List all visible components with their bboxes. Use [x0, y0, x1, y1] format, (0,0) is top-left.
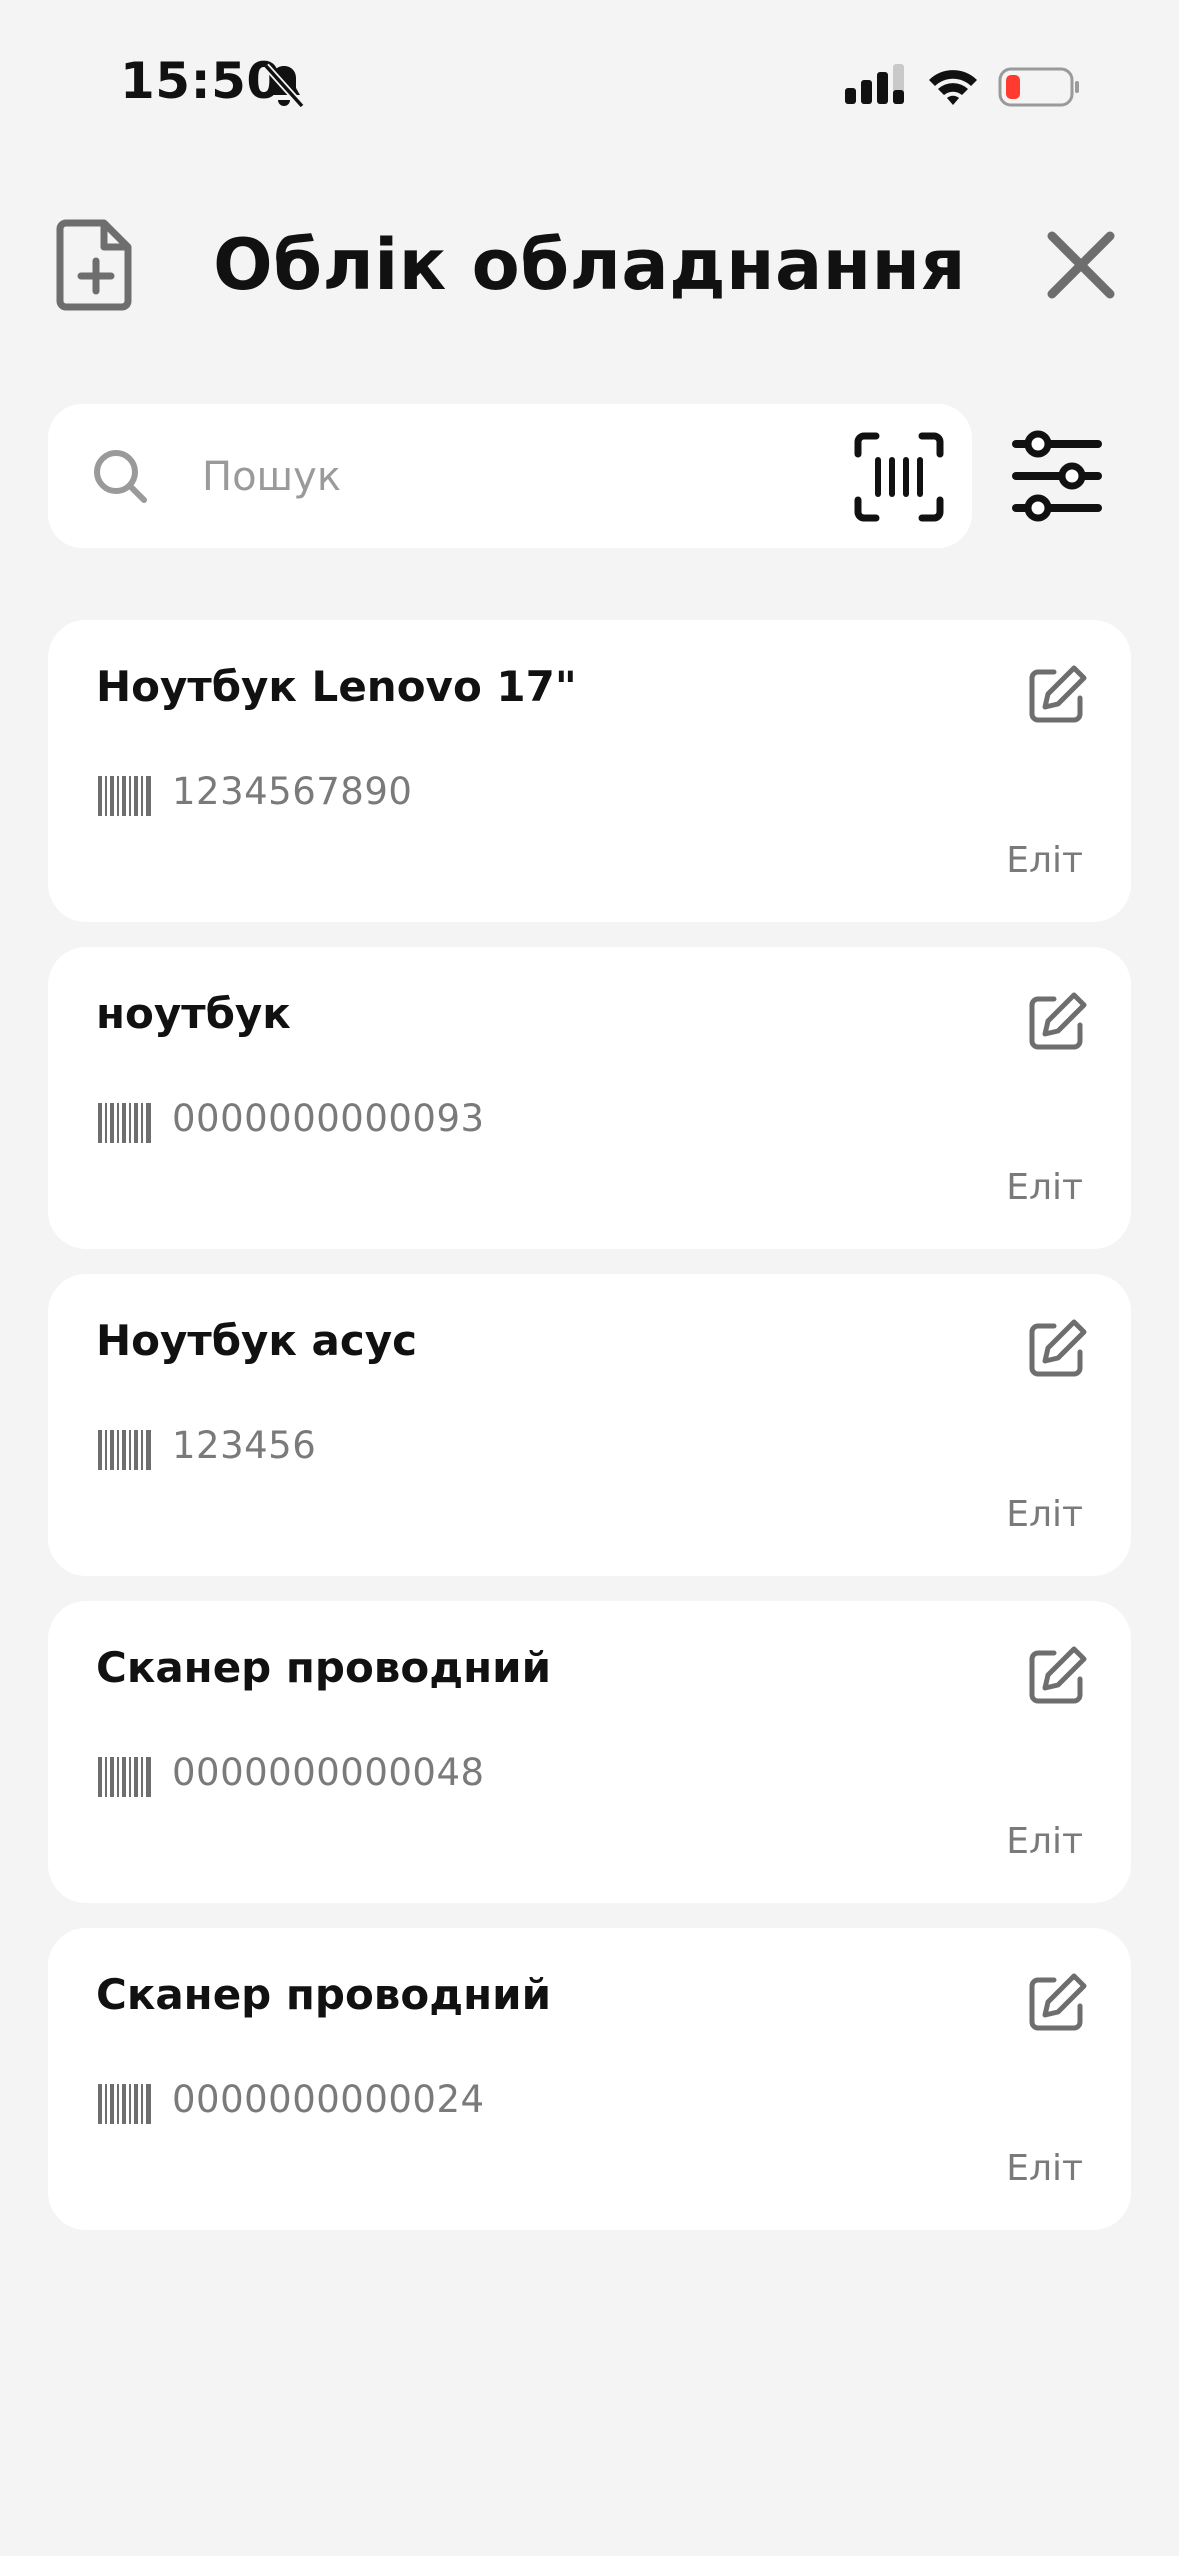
- barcode-icon: [98, 1757, 151, 1797]
- list-item[interactable]: Ноутбук асус 123456 Еліт: [48, 1274, 1131, 1576]
- item-title: Ноутбук асус: [96, 1316, 418, 1365]
- barcode-icon: [98, 1430, 151, 1470]
- item-location: Еліт: [1006, 1167, 1083, 1208]
- barcode-icon: [98, 1103, 151, 1143]
- item-code: 1234567890: [172, 770, 413, 813]
- item-location: Еліт: [1006, 840, 1083, 881]
- status-bar: 15:50: [0, 0, 1179, 150]
- item-title: ноутбук: [96, 989, 291, 1038]
- search-input[interactable]: [200, 404, 864, 550]
- wifi-icon: [929, 70, 977, 105]
- barcode-icon: [98, 2084, 151, 2124]
- item-title: Сканер проводний: [96, 1970, 552, 2019]
- item-title: Ноутбук Lenovo 17": [96, 662, 577, 711]
- edit-icon[interactable]: [1028, 991, 1088, 1051]
- item-code: 0000000000093: [172, 1097, 485, 1140]
- item-location: Еліт: [1006, 1494, 1083, 1535]
- status-time: 15:50: [120, 52, 282, 110]
- item-title: Сканер проводний: [96, 1643, 552, 1692]
- search-box: [48, 404, 972, 550]
- page-title: Облік обладнання: [213, 224, 966, 306]
- item-location: Еліт: [1006, 1821, 1083, 1862]
- sliders-icon[interactable]: [1012, 428, 1102, 524]
- item-code: 123456: [172, 1424, 317, 1467]
- bell-off-icon: [263, 63, 305, 109]
- signal-icon: [845, 64, 904, 104]
- item-code: 0000000000048: [172, 1751, 485, 1794]
- header: Облік обладнання: [0, 200, 1179, 330]
- list-item[interactable]: Сканер проводний 0000000000048 Еліт: [48, 1601, 1131, 1903]
- item-location: Еліт: [1006, 2148, 1083, 2189]
- edit-icon[interactable]: [1028, 1318, 1088, 1378]
- list-item[interactable]: Ноутбук Lenovo 17" 1234567890 Еліт: [48, 620, 1131, 922]
- barcode-icon: [98, 776, 151, 816]
- close-icon[interactable]: [1046, 230, 1116, 300]
- edit-icon[interactable]: [1028, 1972, 1088, 2032]
- list-item[interactable]: ноутбук 0000000000093 Еліт: [48, 947, 1131, 1249]
- equipment-list: Ноутбук Lenovo 17" 1234567890 Еліт ноутб…: [48, 620, 1131, 2255]
- battery-low-icon: [998, 67, 1079, 107]
- edit-icon[interactable]: [1028, 1645, 1088, 1705]
- item-code: 0000000000024: [172, 2078, 485, 2121]
- list-item[interactable]: Сканер проводний 0000000000024 Еліт: [48, 1928, 1131, 2230]
- search-icon: [94, 450, 147, 503]
- barcode-scan-icon[interactable]: [854, 432, 944, 522]
- edit-icon[interactable]: [1028, 664, 1088, 724]
